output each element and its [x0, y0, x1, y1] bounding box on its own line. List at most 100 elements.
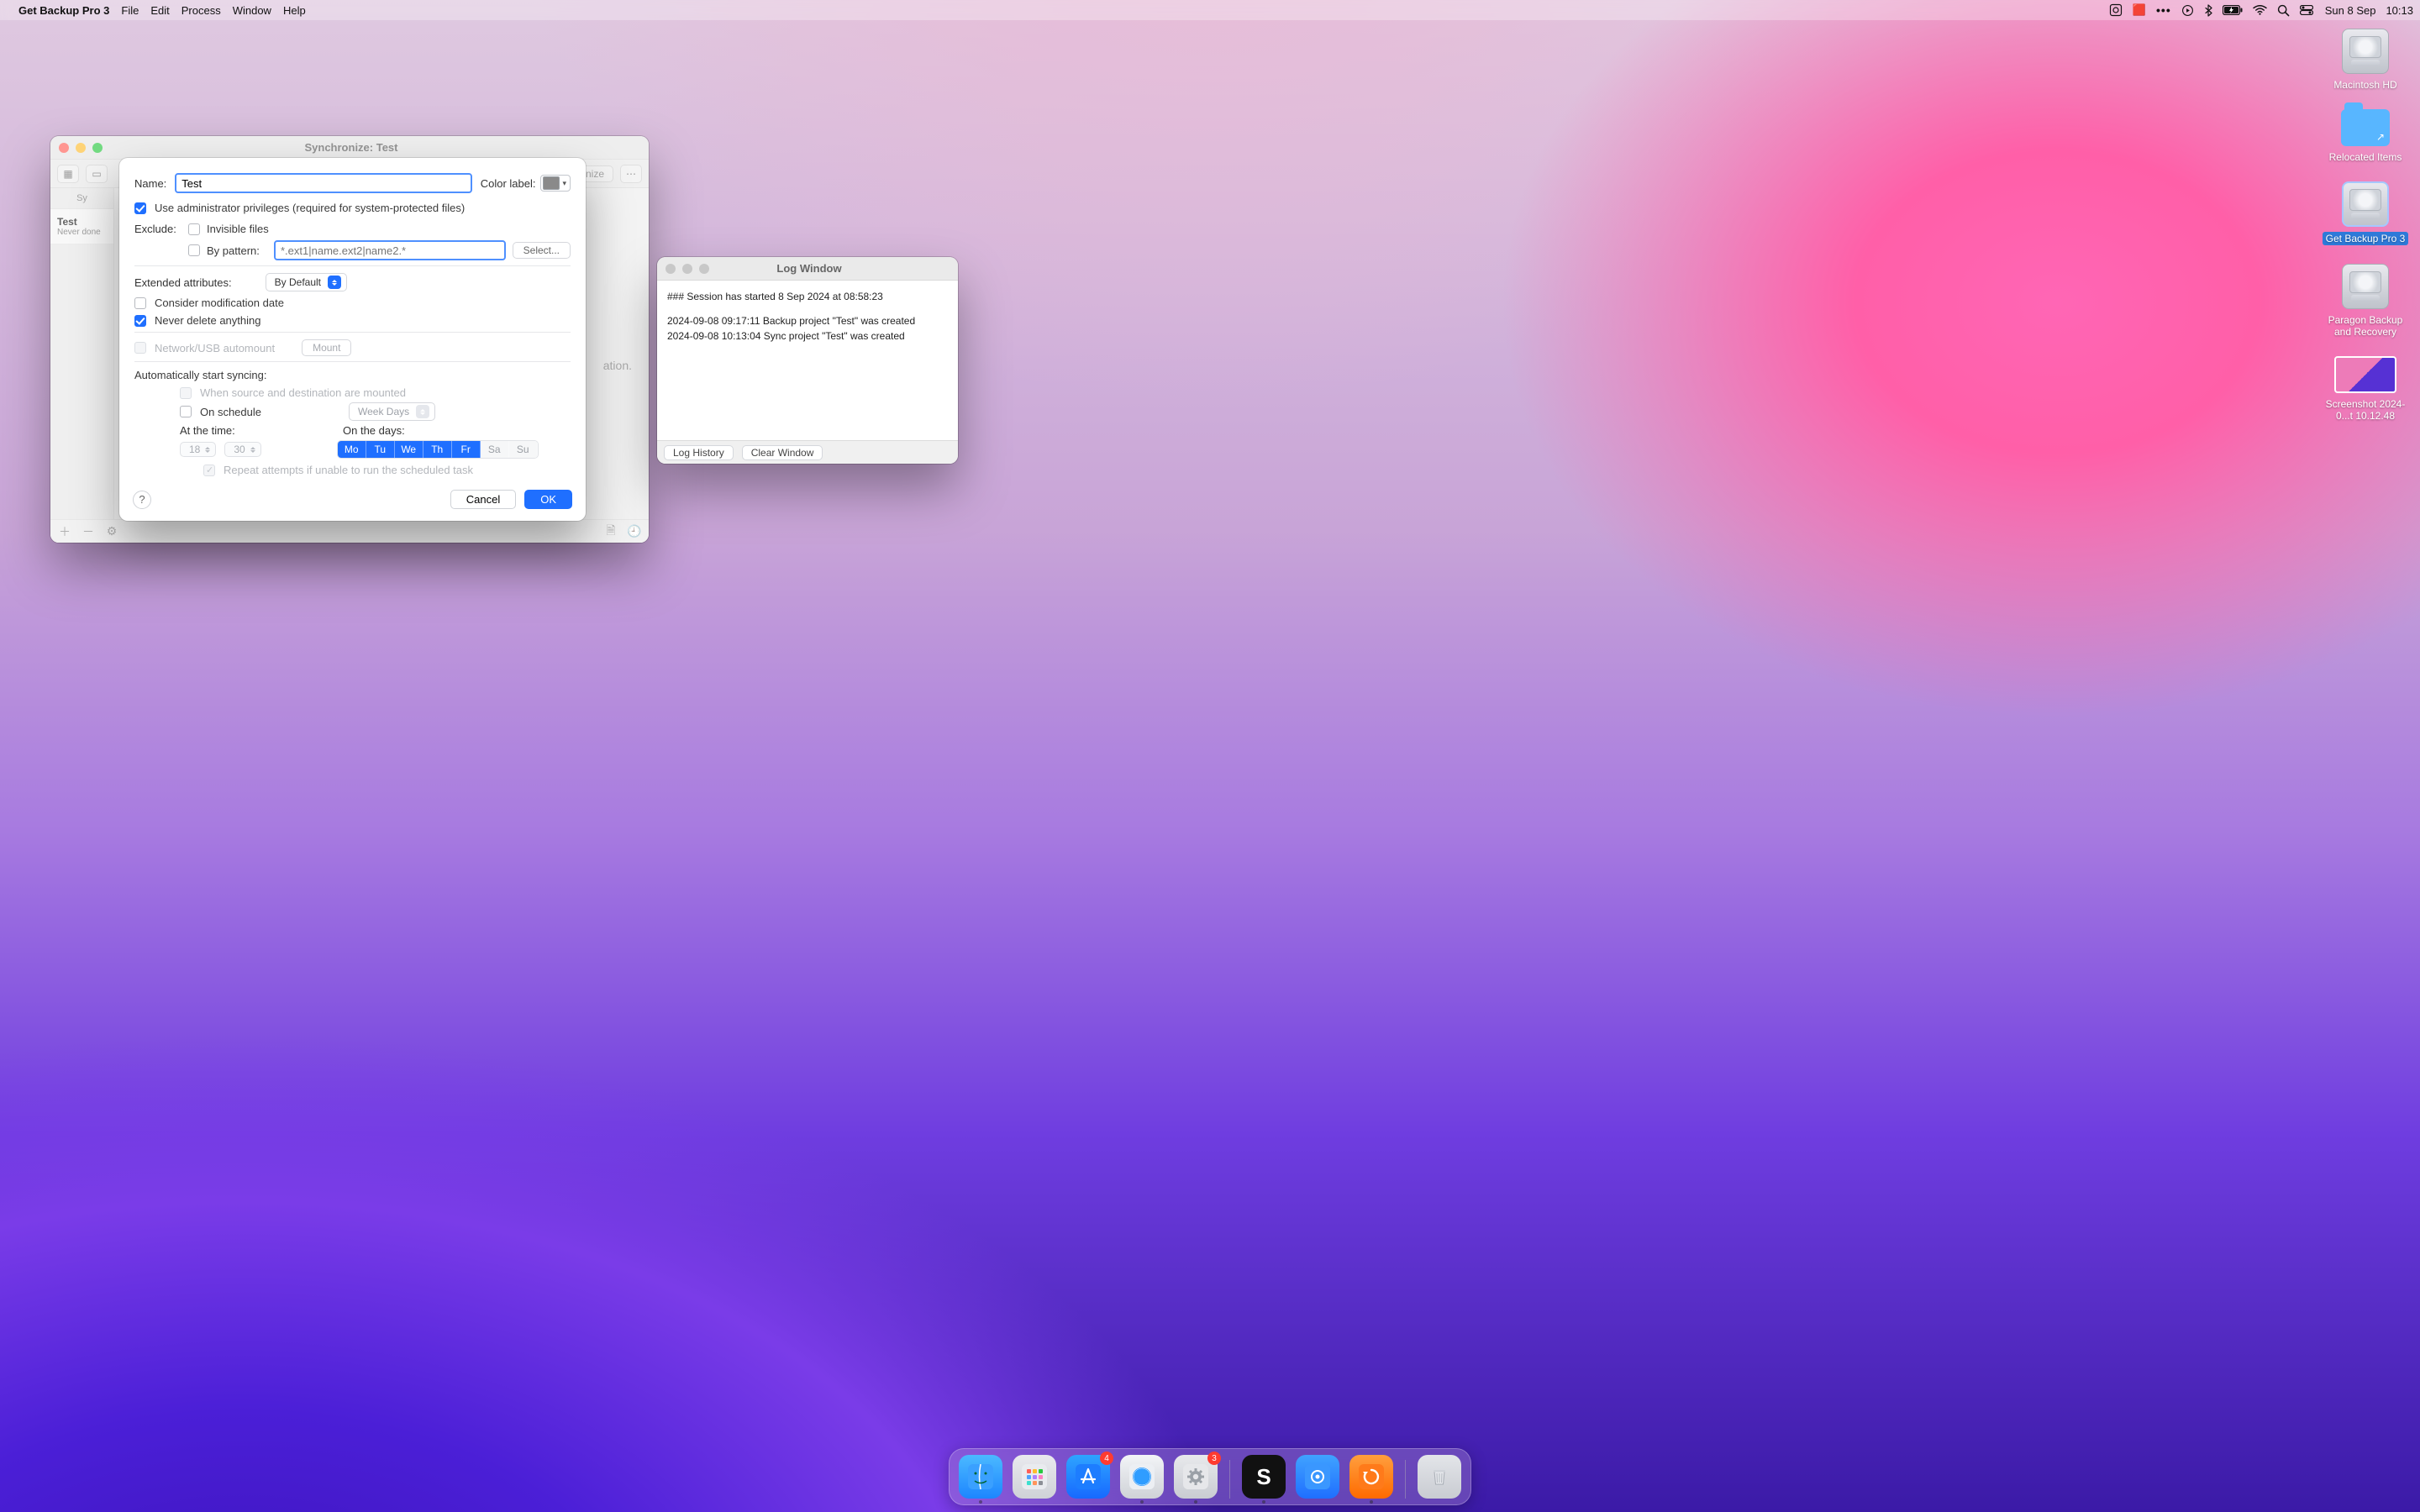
settings-sheet: Name: Color label: ▾ Use administrator p… [119, 158, 586, 521]
dock-app-getbackup[interactable] [1349, 1455, 1393, 1499]
dock-app-launchpad[interactable] [1013, 1455, 1056, 1499]
pattern-input[interactable] [274, 240, 506, 260]
sidebar-item-name: Test [57, 216, 107, 228]
screenshot-thumb-icon [2334, 356, 2396, 393]
invisible-checkbox[interactable] [188, 223, 200, 235]
desktop-label-selected: Get Backup Pro 3 [2323, 232, 2409, 245]
log-line: ### Session has started 8 Sep 2024 at 08… [667, 289, 948, 305]
dock-app-generic-s[interactable]: S [1242, 1455, 1286, 1499]
dock-app-settings[interactable]: 3 [1174, 1455, 1218, 1499]
play-icon[interactable] [2181, 4, 2194, 17]
zoom-window-button[interactable] [92, 143, 103, 153]
battery-icon[interactable] [2223, 5, 2243, 15]
bypattern-checkbox[interactable] [188, 244, 200, 256]
ok-button[interactable]: OK [524, 490, 572, 509]
name-input[interactable] [175, 173, 471, 193]
status-badge-icon[interactable]: 🟥 [2133, 3, 2146, 17]
titlebar[interactable]: Log Window [657, 257, 958, 281]
desktop-icon-screenshot[interactable]: Screenshot 2024-0...t 10.12.48 [2319, 356, 2412, 422]
chevron-updown-icon [416, 405, 429, 418]
remove-button[interactable]: － [81, 524, 96, 539]
status-menu-icon[interactable]: ••• [2156, 3, 2171, 17]
dock-trash[interactable] [1418, 1455, 1461, 1499]
name-label: Name: [134, 177, 166, 190]
clock-icon[interactable]: 🕘 [627, 524, 642, 539]
toolbar-mode-icon[interactable]: ▦ [57, 165, 79, 183]
day-mo[interactable]: Mo [338, 441, 366, 458]
log-line: 2024-09-08 10:13:04 Sync project "Test" … [667, 328, 948, 344]
dock-app-safari[interactable] [1120, 1455, 1164, 1499]
toolbar-mode-icon[interactable]: ▭ [86, 165, 108, 183]
sidebar-header: Sy [50, 188, 113, 209]
window-controls[interactable] [666, 264, 709, 274]
spotlight-icon[interactable] [2277, 4, 2290, 17]
onschedule-checkbox[interactable] [180, 406, 192, 417]
menu-window[interactable]: Window [233, 4, 271, 17]
neverdelete-checkbox[interactable] [134, 315, 146, 327]
cancel-button[interactable]: Cancel [450, 490, 516, 509]
settings-gear-icon[interactable]: ⚙ [104, 524, 119, 539]
menu-help[interactable]: Help [283, 4, 306, 17]
help-button[interactable]: ? [133, 491, 151, 509]
day-fr[interactable]: Fr [452, 441, 481, 458]
minimize-window-button[interactable] [76, 143, 86, 153]
bluetooth-icon[interactable] [2204, 4, 2212, 17]
neverdelete-label: Never delete anything [155, 314, 260, 327]
menubar-date[interactable]: Sun 8 Sep [2325, 4, 2376, 17]
add-button[interactable]: ＋ [57, 524, 72, 539]
dock-divider [1229, 1460, 1230, 1499]
control-center-icon[interactable] [2300, 5, 2313, 15]
menu-file[interactable]: File [121, 4, 139, 17]
dock-app-appstore[interactable]: 4 [1066, 1455, 1110, 1499]
days-segmented[interactable]: Mo Tu We Th Fr Sa Su [337, 440, 539, 459]
running-indicator-icon [1262, 1500, 1265, 1504]
menubar-time[interactable]: 10:13 [2386, 4, 2413, 17]
day-th[interactable]: Th [424, 441, 452, 458]
clear-window-button[interactable]: Clear Window [742, 445, 823, 460]
toolbar-more-button[interactable]: ⋯ [620, 165, 642, 183]
color-swatch-icon [543, 176, 560, 190]
dock-app-finder[interactable] [959, 1455, 1002, 1499]
desktop-icon-paragon[interactable]: Paragon Backup and Recovery [2319, 264, 2412, 338]
zoom-window-button[interactable] [699, 264, 709, 274]
close-window-button[interactable] [59, 143, 69, 153]
log-history-button[interactable]: Log History [664, 445, 734, 460]
moddate-checkbox[interactable] [134, 297, 146, 309]
menu-process[interactable]: Process [182, 4, 221, 17]
sidebar-item[interactable]: Test Never done [50, 209, 113, 244]
drive-icon [2342, 264, 2389, 309]
wifi-icon[interactable] [2253, 5, 2267, 15]
log-body[interactable]: ### Session has started 8 Sep 2024 at 08… [657, 281, 958, 440]
hard-drive-icon [2342, 29, 2389, 74]
folder-icon [2341, 109, 2390, 146]
dock: 4 3 S [949, 1448, 1471, 1505]
day-tu[interactable]: Tu [366, 441, 395, 458]
day-we[interactable]: We [395, 441, 424, 458]
running-indicator-icon [1140, 1500, 1144, 1504]
extended-attributes-label: Extended attributes: [134, 276, 232, 289]
dock-app-generic-camera[interactable] [1296, 1455, 1339, 1499]
app-menu[interactable]: Get Backup Pro 3 [18, 4, 109, 17]
log-footer: Log History Clear Window [657, 440, 958, 464]
bypattern-label: By pattern: [207, 244, 267, 257]
notification-badge: 3 [1207, 1452, 1221, 1465]
color-select[interactable]: ▾ [540, 175, 571, 192]
whenmounted-label: When source and destination are mounted [200, 386, 406, 399]
day-su[interactable]: Su [509, 441, 538, 458]
desktop-icon-hd[interactable]: Macintosh HD [2319, 29, 2412, 91]
menu-edit[interactable]: Edit [150, 4, 169, 17]
screen-record-icon[interactable] [2109, 3, 2123, 17]
drive-icon [2342, 181, 2389, 227]
extended-attributes-popup[interactable]: By Default [266, 273, 347, 291]
titlebar[interactable]: Synchronize: Test [50, 136, 649, 160]
desktop-icon-relocated[interactable]: Relocated Items [2319, 109, 2412, 163]
document-icon[interactable]: 🗎 [603, 524, 618, 539]
close-window-button[interactable] [666, 264, 676, 274]
select-pattern-button[interactable]: Select... [513, 242, 571, 259]
desktop-label: Relocated Items [2329, 151, 2402, 163]
window-controls[interactable] [59, 143, 103, 153]
minimize-window-button[interactable] [682, 264, 692, 274]
admin-checkbox[interactable] [134, 202, 146, 214]
day-sa[interactable]: Sa [481, 441, 509, 458]
desktop-icon-getbackup[interactable]: Get Backup Pro 3 [2319, 181, 2412, 245]
